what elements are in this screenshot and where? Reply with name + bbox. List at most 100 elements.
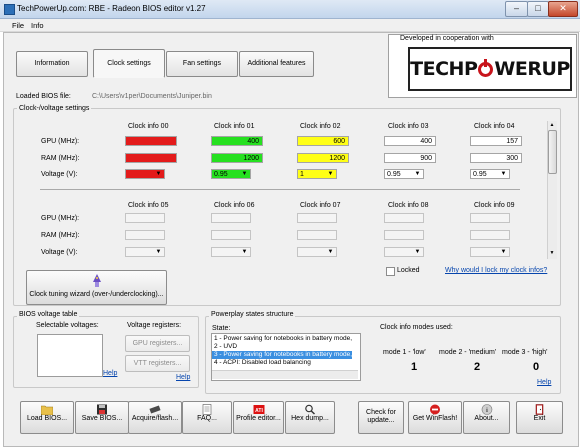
voltage-select-06[interactable]: ▼ — [211, 247, 251, 257]
menu-file[interactable]: File — [12, 21, 24, 30]
voltage-select-07[interactable]: ▼ — [297, 247, 337, 257]
ram-field-04[interactable]: 300 — [470, 153, 522, 163]
state-item-2[interactable]: 2 - UVD — [212, 343, 352, 351]
voltage-select-08[interactable]: ▼ — [384, 247, 424, 257]
mode-2-label: mode 2 - 'medium' — [439, 349, 497, 356]
get-winflash-button[interactable]: Get WinFlash! — [408, 401, 462, 434]
voltage-select-03[interactable]: 0.95 ▼ — [384, 169, 424, 179]
powerplay-state-list[interactable]: 1 - Power saving for notebooks in batter… — [211, 333, 361, 381]
voltage-help-link[interactable]: Help — [103, 370, 117, 377]
locked-checkbox[interactable] — [386, 267, 395, 276]
registers-help-link[interactable]: Help — [176, 374, 190, 381]
voltage-select-01[interactable]: 0.95 ▼ — [211, 169, 251, 179]
tab-fan-settings[interactable]: Fan settings — [166, 51, 238, 77]
about-label: About... — [474, 415, 499, 422]
gpu-field-04[interactable]: 157 — [470, 136, 522, 146]
clock-info-03-header: Clock info 03 — [388, 123, 429, 130]
minimize-button[interactable]: – — [505, 1, 528, 17]
ram-field-08[interactable] — [384, 230, 424, 240]
save-bios-button[interactable]: Save BIOS... — [75, 401, 129, 434]
voltage-registers-label: Voltage registers: — [127, 322, 182, 329]
clock-info-modes-label: Clock info modes used: — [380, 324, 453, 331]
acquire-flash-button[interactable]: Acquire/flash... — [128, 401, 182, 434]
get-winflash-label: Get WinFlash! — [412, 415, 458, 422]
hex-dump-button[interactable]: Hex dump... — [285, 401, 335, 434]
techpowerup-logo[interactable]: TECHP WERUP — [408, 47, 572, 91]
voltage-select-04[interactable]: 0.95 ▼ — [470, 169, 510, 179]
chevron-down-icon: ▼ — [414, 249, 421, 255]
faq-button[interactable]: FAQ... — [182, 401, 232, 434]
voltage-value-01: 0.95 — [214, 171, 228, 178]
voltage-select-02[interactable]: 1 ▼ — [297, 169, 337, 179]
gpu-field-08[interactable] — [384, 213, 424, 223]
locked-label: Locked — [397, 267, 420, 274]
chevron-down-icon: ▼ — [155, 249, 162, 255]
ram-field-09[interactable] — [470, 230, 510, 240]
about-button[interactable]: i About... — [463, 401, 510, 434]
ram-field-03[interactable]: 900 — [384, 153, 436, 163]
scrollbar-thumb[interactable] — [548, 130, 557, 174]
load-bios-button[interactable]: Load BIOS... — [20, 401, 74, 434]
chevron-down-icon: ▼ — [241, 171, 248, 177]
state-item-1[interactable]: 1 - Power saving for notebooks in batter… — [212, 335, 352, 343]
exit-label: Exit — [533, 415, 546, 422]
gpu-registers-button[interactable]: GPU registers... — [125, 335, 190, 352]
close-button[interactable]: ✕ — [548, 1, 578, 17]
powerplay-title: Powerplay states structure — [209, 311, 296, 318]
wizard-icon — [92, 274, 101, 287]
gpu-field-01[interactable]: 400 — [211, 136, 263, 146]
voltage-select-00[interactable]: ▼ — [125, 169, 165, 179]
state-list-hscrollbar[interactable] — [212, 370, 358, 379]
voltage-select-09[interactable]: ▼ — [470, 247, 510, 257]
ram-field-05[interactable] — [125, 230, 165, 240]
mode-1-value: 1 — [411, 361, 418, 373]
state-item-4[interactable]: 4 - ACPI: Disabled load balancing — [212, 359, 352, 367]
section-divider — [40, 189, 520, 190]
ram-field-02[interactable]: 1200 — [297, 153, 349, 163]
chip-icon — [149, 405, 161, 414]
voltage-select-05[interactable]: ▼ — [125, 247, 165, 257]
mode-1-label: mode 1 - 'low' — [383, 349, 426, 356]
gpu-field-07[interactable] — [297, 213, 337, 223]
clock-tuning-wizard-button[interactable]: Clock tuning wizard (over-/underclocking… — [26, 270, 167, 305]
powerplay-help-link[interactable]: Help — [537, 379, 551, 386]
gpu-field-05[interactable] — [125, 213, 165, 223]
voltage-value-03: 0.95 — [387, 171, 401, 178]
tab-information[interactable]: Information — [16, 51, 88, 77]
floppy-icon — [97, 404, 107, 415]
scroll-down-icon[interactable]: ▼ — [548, 250, 556, 256]
voltage-label-bottom: Voltage (V): — [41, 249, 78, 256]
menu-info[interactable]: Info — [31, 21, 44, 30]
window-title: TechPowerUp.com: RBE - Radeon BIOS edito… — [17, 4, 206, 13]
ram-field-01[interactable]: 1200 — [211, 153, 263, 163]
exit-button[interactable]: Exit — [516, 401, 563, 434]
ati-icon: ATI — [253, 405, 264, 414]
gpu-field-00[interactable] — [125, 136, 177, 146]
scroll-up-icon[interactable]: ▲ — [548, 122, 556, 128]
gpu-field-03[interactable]: 400 — [384, 136, 436, 146]
tab-additional-features[interactable]: Additional features — [239, 51, 314, 77]
maximize-button[interactable]: □ — [527, 1, 549, 17]
clock-info-04-header: Clock info 04 — [474, 123, 515, 130]
selectable-voltages-list[interactable] — [37, 334, 103, 377]
state-item-3[interactable]: 3 - Power saving for notebooks in batter… — [212, 351, 352, 359]
profile-editor-label: Profile editor... — [236, 415, 281, 422]
ram-field-07[interactable] — [297, 230, 337, 240]
profile-editor-button[interactable]: ATI Profile editor... — [233, 401, 284, 434]
gpu-field-02[interactable]: 600 — [297, 136, 349, 146]
vtt-registers-button[interactable]: VTT registers... — [125, 355, 190, 372]
ram-field-00[interactable] — [125, 153, 177, 163]
ram-field-06[interactable] — [211, 230, 251, 240]
tab-clock-settings[interactable]: Clock settings — [93, 49, 165, 78]
document-icon — [202, 404, 212, 415]
check-update-button[interactable]: Check for update... — [358, 401, 404, 434]
gpu-field-09[interactable] — [470, 213, 510, 223]
mode-3-label: mode 3 - 'high' — [502, 349, 548, 356]
stop-icon — [430, 404, 440, 415]
chevron-down-icon: ▼ — [155, 171, 162, 177]
logo-text-left: TECHP — [410, 58, 478, 80]
check-update-label: Check for update... — [366, 409, 396, 424]
chevron-down-icon: ▼ — [500, 171, 507, 177]
gpu-field-06[interactable] — [211, 213, 251, 223]
why-lock-link[interactable]: Why would I lock my clock infos? — [445, 267, 547, 274]
